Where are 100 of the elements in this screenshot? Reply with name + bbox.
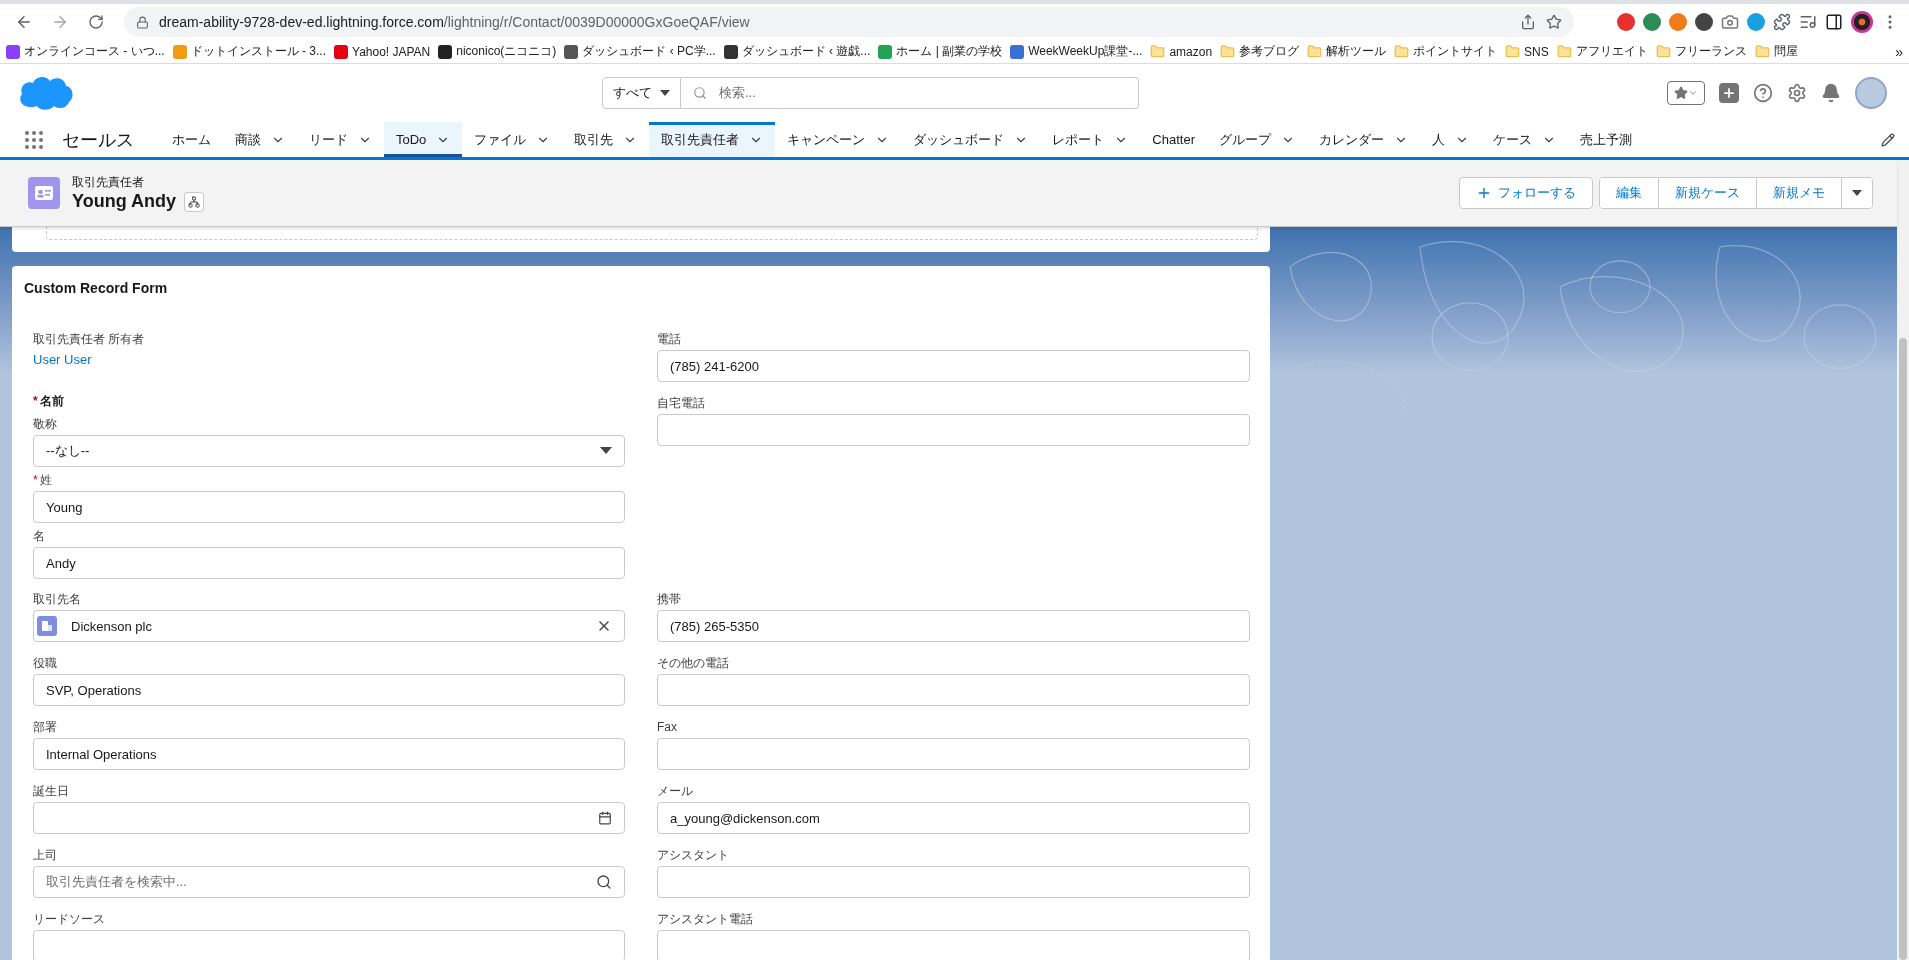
bookmark[interactable]: Yahoo! JAPAN [334,44,431,59]
global-search-field[interactable]: 検索... [681,77,1139,109]
nav-tab[interactable]: キャンペーン [775,122,902,157]
folder-icon [1220,44,1236,59]
nav-tab[interactable]: ファイル [462,122,563,157]
plus-button[interactable] [1719,83,1739,103]
input-field[interactable] [657,866,1250,898]
lookup-field[interactable]: Dickenson plc [33,610,625,642]
search-icon [693,86,707,100]
favorites-button[interactable] [1667,81,1705,105]
field-label: * 姓 [33,472,53,489]
bookmark[interactable]: アフリエイト [1556,43,1648,60]
lock-icon [136,15,149,29]
site-icon [723,44,738,59]
bookmark[interactable]: ダッシュボード ‹ 遊戯... [723,43,871,60]
nav-tab[interactable]: 取引先 [562,122,650,157]
input-field[interactable]: Internal Operations [33,738,625,770]
camera-icon[interactable] [1721,13,1739,31]
nav-tab[interactable]: Chatter [1140,122,1207,157]
folder-icon [1556,44,1572,59]
input-field[interactable] [33,930,625,960]
bookmark[interactable]: SNS [1505,44,1549,59]
input-field[interactable] [657,930,1250,960]
nav-tab[interactable]: グループ [1207,122,1307,157]
bookmark-star-icon[interactable] [1546,14,1562,30]
search-scope-button[interactable]: すべて [602,77,681,109]
extension-icon[interactable] [1617,13,1635,31]
select-field[interactable]: --なし-- [33,435,625,467]
bookmark[interactable]: amazon [1150,44,1213,59]
action-button[interactable]: 編集 [1600,178,1659,208]
hierarchy-button[interactable] [184,191,204,212]
field-label: 電話 [657,331,682,348]
app-name: セールス [61,128,135,152]
folder-icon [1505,44,1521,59]
site-icon [172,44,187,59]
edit-nav-icon[interactable] [1881,132,1895,147]
nav-tab[interactable]: レポート [1040,122,1141,157]
help-button[interactable] [1753,83,1773,103]
bookmark[interactable]: niconico(ニコニコ) [438,43,557,60]
nav-tab[interactable]: 取引先責任者 [649,122,776,157]
bookmark[interactable]: ドットインストール - 3... [172,43,326,60]
settings-button[interactable] [1787,83,1807,103]
field-label: 取引先名 [33,591,82,608]
folder-icon [1394,44,1410,59]
card-title: Custom Record Form [24,279,169,298]
scrollbar[interactable] [1897,160,1909,960]
bookmark[interactable]: フリーランス [1655,43,1747,60]
extension-icon[interactable] [1695,13,1713,31]
bookmark[interactable]: ダッシュボード ‹ PC学... [564,43,716,60]
input-field[interactable]: Young [33,491,625,523]
building-icon [37,616,57,636]
nav-tab[interactable]: ToDo [384,122,463,157]
field-label: Fax [657,719,678,736]
date-field[interactable] [33,802,625,834]
calendar-icon[interactable] [598,811,612,825]
input-field[interactable] [657,738,1250,770]
bookmark[interactable]: オンラインコース - いつ... [6,43,165,60]
bookmark[interactable]: ホーム | 副業の学校 [878,43,1003,60]
address-bar[interactable]: dream-ability-9728-dev-ed.lightning.force.com/lightning/r/Contact/0039D00000GxGoeQAF/view [124,7,1574,37]
nav-tab[interactable]: ダッシュボード [901,122,1041,157]
extensions-icon[interactable] [1773,13,1791,31]
url-path: /lightning/r/Contact/0039D00000GxGoeQAF/view [443,14,750,30]
input-field[interactable] [657,414,1250,446]
nav-tab[interactable]: ホーム [160,122,223,157]
bookmark[interactable]: WeekWeekUp課堂-... [1010,43,1143,60]
input-field[interactable]: Andy [33,547,625,579]
notifications-button[interactable] [1821,83,1841,103]
owner-link[interactable]: User User [33,350,625,370]
share-icon[interactable] [1520,14,1536,30]
follow-button[interactable]: フォローする [1459,177,1593,209]
nav-tab[interactable]: 商談 [223,122,297,157]
nav-tab[interactable]: ケース [1481,122,1568,157]
input-field[interactable]: a_young@dickenson.com [657,802,1250,834]
input-field[interactable]: SVP, Operations [33,674,625,706]
cloud-extension-icon[interactable] [1747,13,1765,31]
field-label: アシスタント [657,847,730,864]
site-icon [334,44,348,59]
field-label: リードソース [33,911,106,928]
plus-icon [1476,185,1492,201]
caret-icon [660,90,670,96]
nav-tab[interactable]: 売上予測 [1568,122,1644,157]
profile-avatar[interactable] [1851,11,1873,33]
bookmark[interactable]: 問屋 [1754,43,1798,60]
field-label: 誕生日 [33,783,70,800]
search-field[interactable]: 取引先責任者を検索中... [33,866,625,898]
bookmark[interactable]: ポイントサイト [1394,43,1498,60]
url-host: dream-ability-9728-dev-ed.lightning.force.com [159,14,444,30]
nav-tab[interactable]: 人 [1420,122,1481,157]
input-field[interactable] [657,674,1250,706]
nav-tab[interactable]: リード [297,122,384,157]
input-field[interactable]: (785) 241-6200 [657,350,1250,382]
nav-tab[interactable]: カレンダー [1307,122,1420,157]
media-icon[interactable] [1799,13,1817,31]
side-panel-icon[interactable] [1825,13,1843,31]
extension-icon[interactable] [1643,13,1661,31]
bookmark[interactable]: 参考ブログ [1220,43,1300,60]
star-icon [1674,86,1688,100]
bookmark[interactable]: 解析ツール [1307,43,1387,60]
input-field[interactable]: (785) 265-5350 [657,610,1250,642]
more-bookmarks-button[interactable]: » [1895,43,1903,60]
